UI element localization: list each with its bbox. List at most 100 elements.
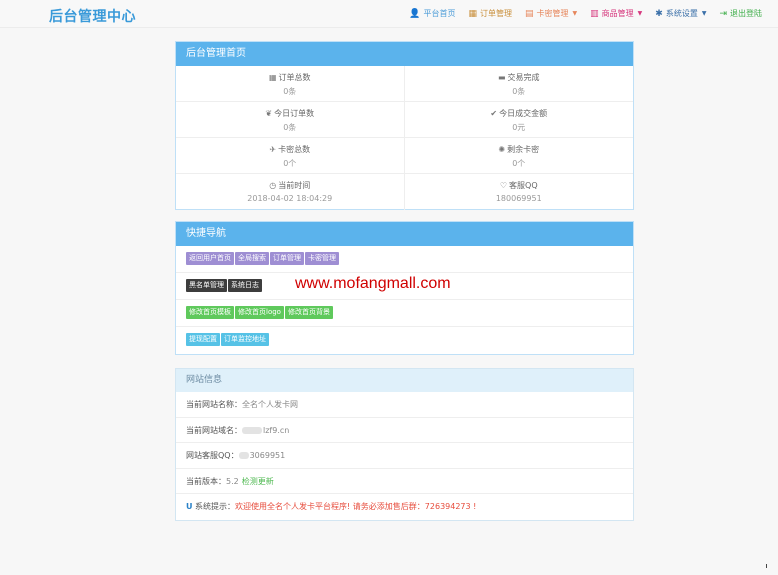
card-icon: ▤	[525, 8, 534, 19]
leaf-icon: ❦	[265, 109, 273, 118]
quick-nav-button[interactable]: 系统日志	[228, 279, 262, 292]
stat-label-text: 交易完成	[507, 73, 540, 82]
stat-value: 0个	[512, 159, 526, 168]
quick-nav-button[interactable]: 修改首页背景	[284, 306, 333, 319]
dashboard-panel: 后台管理首页 ▦ 订单总数 0条 ▬ 交易完成 0条 ❦ 今日订单数 0条 ✔ 今日成交金额 0元 ✈ 卡…	[175, 41, 634, 210]
quick-nav-row: 黑名单管理 系统日志 www.mofangmall.com	[176, 273, 633, 300]
quick-nav-row: 返回用户首页 全局搜索 订单管理 卡密管理	[176, 246, 633, 273]
site-qq-row: 网站客服QQ： 3069951	[176, 443, 633, 469]
nav-item-1[interactable]: ▦ 订单管理	[468, 8, 512, 19]
quick-nav-title: 快捷导航	[176, 222, 633, 246]
stat-value: 0条	[283, 123, 297, 132]
stat-cell: ♡ 客服QQ 180069951	[405, 174, 634, 210]
dashboard-panel-title: 后台管理首页	[176, 42, 633, 66]
system-tip-text: 欢迎使用全名个人发卡平台程序! 请务必添加售后群：726394273 !	[235, 502, 477, 511]
stat-label: ✔ 今日成交金额	[405, 108, 634, 119]
quick-nav-button[interactable]: 修改首页模板	[186, 306, 234, 319]
stat-label-text: 当前时间	[278, 181, 311, 190]
stat-value: 180069951	[495, 194, 542, 203]
stat-label-text: 卡密总数	[278, 145, 311, 154]
magnet-icon: U	[186, 502, 193, 511]
quick-nav-button[interactable]: 卡密管理	[305, 252, 339, 265]
list-icon: ▦	[468, 8, 477, 19]
quick-nav-rows: 返回用户首页 全局搜索 订单管理 卡密管理黑名单管理 系统日志 www.mofangmal…	[176, 246, 633, 354]
quick-nav-button[interactable]: 提现配置	[186, 333, 220, 346]
clock-icon: ◷	[269, 181, 277, 190]
version-label: 当前版本：	[186, 476, 226, 486]
stat-value: 0条	[283, 87, 297, 96]
nav-item-label: 平台首页	[423, 9, 456, 18]
site-name-value: 全名个人发卡网	[242, 400, 298, 409]
nav-item-2[interactable]: ▤ 卡密管理 ▼	[525, 8, 577, 19]
quick-nav-button[interactable]: 黑名单管理	[186, 279, 227, 292]
quick-nav-button[interactable]: 订单管理	[270, 252, 304, 265]
stats-grid: ▦ 订单总数 0条 ▬ 交易完成 0条 ❦ 今日订单数 0条 ✔ 今日成交金额 0元 ✈ 卡密总数 0个 ✺ 剩…	[176, 66, 633, 210]
quick-nav-button[interactable]: 返回用户首页	[186, 252, 234, 265]
stat-cell: ▬ 交易完成 0条	[404, 66, 634, 102]
site-name-row: 当前网站名称：全名个人发卡网	[176, 392, 633, 418]
nav-item-label: 退出登陆	[730, 9, 762, 18]
heart-icon: ♡	[499, 181, 508, 190]
stat-label-text: 订单总数	[278, 73, 311, 82]
stat-cell: ✈ 卡密总数 0个	[176, 138, 405, 174]
redacted-mask	[238, 452, 249, 459]
check-update-link[interactable]: 检测更新	[242, 477, 274, 486]
stat-label-text: 客服QQ	[509, 181, 538, 190]
quick-nav-button[interactable]: 全局搜索	[235, 252, 269, 265]
version-value: 5.2	[226, 476, 239, 486]
stat-label: ♡ 客服QQ	[405, 180, 634, 191]
stat-label: ❦ 今日订单数	[176, 108, 404, 119]
stat-label-text: 剩余卡密	[507, 145, 540, 154]
main-nav: 👤 平台首页 ▦ 订单管理 ▤ 卡密管理 ▼ ▥ 商品管理 ▼ ✱ 系统设置 ▼ ⇥ 退出登陆	[409, 8, 762, 19]
cart-icon: ▬	[497, 73, 506, 82]
caret-down-icon: ▼	[572, 10, 578, 17]
stat-value: 0元	[512, 123, 526, 132]
stat-value: 0条	[512, 87, 526, 96]
nav-item-label: 系统设置	[665, 9, 698, 18]
stat-label-text: 今日订单数	[274, 109, 315, 118]
quick-nav-row: 提现配置 订单监控地址	[176, 327, 633, 354]
site-qq-label: 网站客服QQ：	[186, 451, 239, 460]
check-icon: ✔	[490, 109, 498, 118]
system-tip-row: U 系统提示：欢迎使用全名个人发卡平台程序! 请务必添加售后群：72639427…	[176, 494, 633, 520]
nav-item-5[interactable]: ⇥ 退出登陆	[719, 8, 762, 19]
stat-label: ✈ 卡密总数	[176, 144, 404, 155]
quick-nav-button[interactable]: 订单监控地址	[221, 333, 269, 346]
nav-item-4[interactable]: ✱ 系统设置 ▼	[655, 8, 706, 19]
stat-label-text: 今日成交金额	[499, 109, 548, 118]
nav-item-0[interactable]: 👤 平台首页	[409, 8, 455, 19]
site-info-panel: 网站信息 当前网站名称：全名个人发卡网 当前网站域名： lzf9.cn 网站客服Q…	[175, 368, 634, 521]
stat-value: 2018-04-02 18:04:29	[247, 194, 333, 203]
stat-cell: ▦ 订单总数 0条	[176, 66, 405, 102]
stat-cell: ✺ 剩余卡密 0个	[404, 138, 634, 174]
product-icon: ▥	[590, 8, 599, 19]
brand-title[interactable]: 后台管理中心	[49, 6, 136, 26]
nav-item-label: 订单管理	[480, 9, 512, 18]
stat-value: 0个	[283, 159, 297, 168]
stat-label: ✺ 剩余卡密	[405, 144, 634, 155]
nav-item-label: 卡密管理	[536, 9, 569, 18]
redacted-mask	[242, 426, 262, 434]
user-icon: 👤	[409, 8, 421, 19]
stat-label: ▬ 交易完成	[405, 72, 634, 83]
caret-down-icon: ▼	[701, 10, 707, 17]
site-domain-row: 当前网站域名： lzf9.cn	[176, 418, 633, 443]
nav-item-3[interactable]: ▥ 商品管理 ▼	[590, 8, 642, 19]
caret-down-icon: ▼	[637, 10, 643, 17]
stat-label: ▦ 订单总数	[176, 72, 404, 83]
site-domain-value: lzf9.cn	[263, 425, 290, 435]
version-row: 当前版本：5.2 检测更新	[176, 469, 633, 494]
watermark-text: www.mofangmall.com	[295, 275, 451, 292]
nav-item-label: 商品管理	[601, 9, 634, 18]
stat-label: ◷ 当前时间	[176, 180, 404, 191]
grid-icon: ▦	[268, 73, 277, 82]
quick-nav-button[interactable]: 修改首页logo	[235, 306, 284, 319]
scrollbar-marker	[766, 564, 767, 568]
stat-cell: ◷ 当前时间 2018-04-02 18:04:29	[176, 174, 405, 210]
quick-nav-row: 修改首页模板 修改首页logo 修改首页背景	[176, 300, 633, 327]
logout-icon: ⇥	[719, 8, 727, 19]
plane-icon: ✈	[269, 145, 277, 154]
asterisk-icon: ✺	[498, 145, 506, 154]
stat-cell: ❦ 今日订单数 0条	[176, 102, 405, 138]
gear-icon: ✱	[655, 8, 663, 19]
